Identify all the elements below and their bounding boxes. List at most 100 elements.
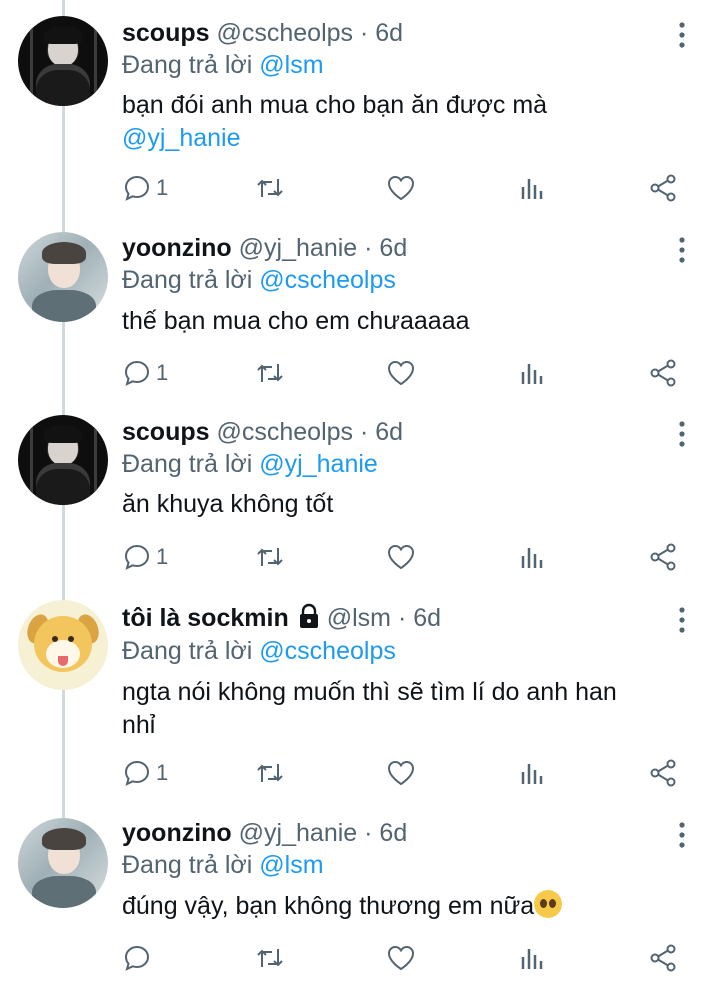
retweet-icon	[257, 548, 283, 566]
separator-dot: ·	[360, 418, 369, 446]
reply-mention[interactable]: @cscheolps	[259, 637, 396, 665]
analytics-button[interactable]	[518, 542, 548, 576]
share-button[interactable]	[648, 758, 678, 792]
like-button[interactable]	[386, 943, 416, 977]
reply-count: 1	[156, 760, 169, 785]
avatar[interactable]	[18, 232, 108, 322]
timestamp[interactable]: 6d	[375, 19, 403, 47]
avatar[interactable]	[18, 415, 108, 505]
avatar[interactable]	[18, 16, 108, 106]
display-name[interactable]: tôi là sockmin	[122, 604, 289, 632]
reply-prefix: Đang trả lời	[122, 851, 253, 879]
share-button[interactable]	[648, 943, 678, 977]
reply-mention[interactable]: @lsm	[259, 851, 323, 879]
user-handle[interactable]: @yj_hanie	[239, 234, 358, 262]
reply-mention[interactable]: @yj_hanie	[259, 450, 378, 478]
display-name[interactable]: yoonzino	[122, 234, 232, 262]
more-icon[interactable]	[672, 235, 692, 265]
text-mention[interactable]: @yj_hanie	[122, 124, 241, 152]
lock-icon	[299, 603, 318, 628]
avatar[interactable]	[18, 818, 108, 908]
tweet-text: thế bạn mua cho em chưaaaaa	[122, 307, 470, 335]
action-bar: 1	[0, 758, 720, 792]
reply-icon	[124, 760, 150, 786]
retweet-button[interactable]	[255, 358, 285, 392]
reply-button[interactable]: 1	[122, 173, 168, 207]
share-icon	[650, 359, 676, 387]
reply-mention[interactable]: @cscheolps	[259, 266, 396, 294]
analytics-icon	[521, 949, 543, 969]
tweet-text-line: ngta nói không muốn thì sẽ tìm lí do anh…	[122, 678, 617, 706]
separator-dot: ·	[364, 234, 373, 262]
reply-context: Đang trả lời @lsm	[122, 50, 324, 80]
tweet-2[interactable]: yoonzino @yj_hanie · 6d Đang trả lời @cs…	[0, 215, 720, 400]
reply-mention[interactable]: @lsm	[259, 51, 323, 79]
tweet-text: ngta nói không muốn thì sẽ tìm lí do anh…	[122, 676, 682, 742]
like-button[interactable]	[386, 542, 416, 576]
reply-context: Đang trả lời @yj_hanie	[122, 449, 378, 479]
pleading-face-emoji	[534, 890, 563, 918]
timestamp[interactable]: 6d	[413, 604, 441, 632]
like-icon	[387, 760, 415, 786]
like-button[interactable]	[386, 173, 416, 207]
action-bar	[0, 943, 720, 977]
tweet-5[interactable]: yoonzino @yj_hanie · 6d Đang trả lời @ls…	[0, 800, 720, 982]
analytics-button[interactable]	[518, 173, 548, 207]
share-icon	[650, 543, 676, 571]
reply-button[interactable]: 1	[122, 542, 168, 576]
reply-icon	[124, 544, 150, 570]
retweet-button[interactable]	[255, 173, 285, 207]
like-button[interactable]	[386, 358, 416, 392]
user-handle[interactable]: @lsm	[327, 604, 391, 632]
user-handle[interactable]: @cscheolps	[216, 418, 353, 446]
reply-button[interactable]: 1	[122, 758, 168, 792]
retweet-button[interactable]	[255, 758, 285, 792]
tweet-text-line: bạn đói anh mua cho bạn ăn được mà	[122, 91, 548, 119]
share-button[interactable]	[648, 173, 678, 207]
like-button[interactable]	[386, 758, 416, 792]
display-name[interactable]: yoonzino	[122, 819, 232, 847]
separator-dot: ·	[397, 604, 407, 632]
more-icon[interactable]	[672, 605, 692, 635]
share-icon	[650, 759, 676, 787]
share-icon	[650, 944, 676, 972]
analytics-icon	[521, 548, 543, 568]
timestamp[interactable]: 6d	[379, 819, 407, 847]
more-icon[interactable]	[672, 20, 692, 50]
tweet-header: scoups @cscheolps · 6d	[122, 417, 403, 447]
tweet-4[interactable]: tôi là sockmin @lsm · 6d Đang trả lời @cs…	[0, 585, 720, 800]
tweet-text-line: đúng vậy, bạn không thương em nữa	[122, 892, 535, 920]
reply-prefix: Đang trả lời	[122, 450, 253, 478]
reply-count: 1	[156, 360, 169, 385]
user-handle[interactable]: @yj_hanie	[239, 819, 358, 847]
reply-button[interactable]: 1	[122, 358, 168, 392]
like-icon	[387, 945, 415, 971]
more-icon[interactable]	[672, 419, 692, 449]
analytics-button[interactable]	[518, 758, 548, 792]
reply-count: 1	[156, 544, 169, 569]
more-icon[interactable]	[672, 820, 692, 850]
retweet-icon	[257, 179, 283, 197]
timestamp[interactable]: 6d	[379, 234, 407, 262]
retweet-button[interactable]	[255, 943, 285, 977]
analytics-button[interactable]	[518, 943, 548, 977]
tweet-1[interactable]: scoups @cscheolps · 6d Đang trả lời @lsm…	[0, 0, 720, 215]
reply-context: Đang trả lời @cscheolps	[122, 636, 396, 666]
separator-dot: ·	[364, 819, 373, 847]
reply-count: 1	[156, 175, 169, 200]
tweet-header: scoups @cscheolps · 6d	[122, 18, 403, 48]
avatar[interactable]	[18, 600, 108, 690]
user-handle[interactable]: @cscheolps	[216, 19, 353, 47]
tweet-3[interactable]: scoups @cscheolps · 6d Đang trả lời @yj_…	[0, 400, 720, 585]
timestamp[interactable]: 6d	[375, 418, 403, 446]
share-button[interactable]	[648, 542, 678, 576]
reply-button[interactable]	[122, 943, 152, 977]
separator-dot: ·	[360, 19, 369, 47]
tweet-text: bạn đói anh mua cho bạn ăn được mà @yj_h…	[122, 89, 682, 155]
retweet-button[interactable]	[255, 542, 285, 576]
share-button[interactable]	[648, 358, 678, 392]
tweet-header: yoonzino @yj_hanie · 6d	[122, 818, 407, 848]
display-name[interactable]: scoups	[122, 418, 210, 446]
analytics-button[interactable]	[518, 358, 548, 392]
display-name[interactable]: scoups	[122, 19, 210, 47]
